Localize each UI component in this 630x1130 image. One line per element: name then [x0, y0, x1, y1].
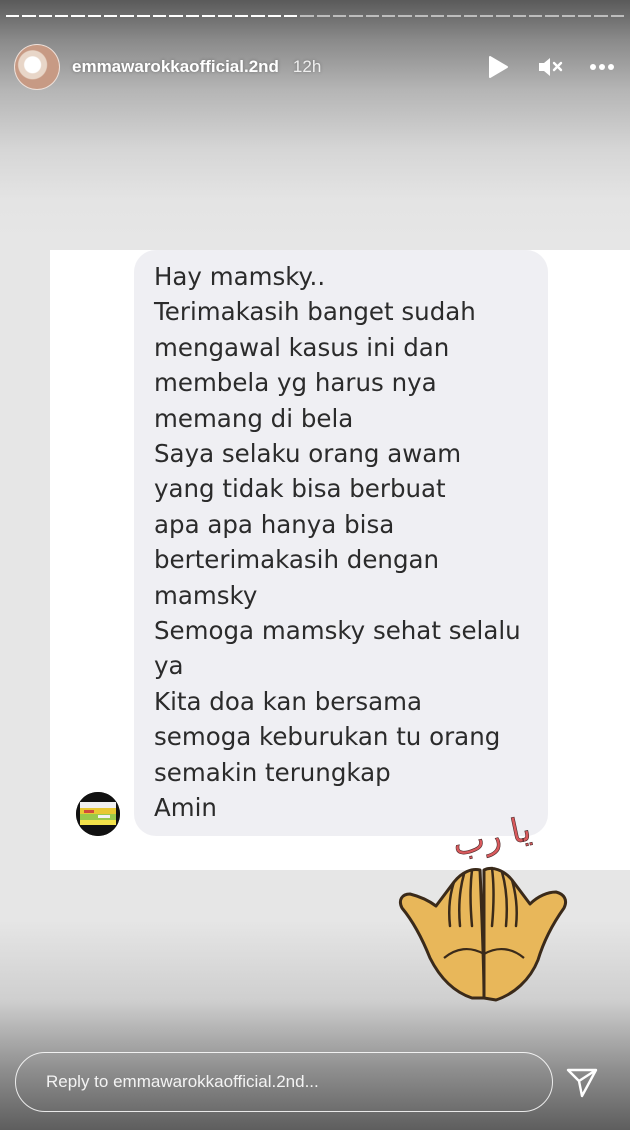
progress-segment	[169, 15, 183, 17]
progress-segment	[578, 15, 592, 17]
mute-icon	[539, 58, 563, 76]
mute-button[interactable]	[536, 53, 564, 81]
progress-segment	[153, 15, 167, 17]
progress-segment	[398, 15, 412, 17]
profile-avatar[interactable]	[14, 44, 60, 90]
story-viewer: emmawarokkaofficial.2nd 12h Hay mamsky..…	[0, 0, 630, 1130]
progress-segment	[529, 15, 543, 17]
message-text: Hay mamsky.. Terimakasih banget sudah meng…	[154, 259, 530, 826]
message-line: apa apa hanya bisa	[154, 509, 395, 539]
progress-segment	[104, 15, 118, 17]
progress-segment	[447, 15, 461, 17]
progress-segment	[430, 15, 445, 17]
progress-segment	[87, 15, 102, 17]
sender-avatar-image	[76, 792, 120, 836]
message-line: Saya selaku orang awam	[154, 439, 462, 469]
message-line: membela yg harus nya	[154, 368, 437, 398]
progress-segment	[479, 15, 494, 17]
progress-segment	[120, 15, 134, 17]
story-time: 12h	[292, 57, 322, 76]
progress-segment	[496, 15, 510, 17]
message-line: yang tidak bisa berbuat	[154, 474, 446, 504]
message-line: ya	[154, 651, 184, 681]
progress-segment	[6, 15, 20, 17]
sticker-arabic-text: يا رب	[449, 809, 535, 865]
progress-segment	[545, 15, 559, 17]
message-bubble: Hay mamsky.. Terimakasih banget sudah meng…	[134, 250, 548, 836]
username-label[interactable]: emmawarokkaofficial.2nd	[72, 57, 279, 77]
story-progress-bar	[6, 10, 625, 22]
progress-segment	[283, 15, 298, 17]
message-line: Terimakasih banget sudah	[154, 297, 476, 327]
message-line: mengawal kasus ini dan	[154, 332, 450, 362]
progress-segment	[55, 15, 69, 17]
progress-segment	[22, 15, 36, 17]
progress-segment	[365, 15, 379, 17]
play-icon	[489, 56, 508, 78]
progress-segment	[512, 15, 526, 17]
progress-segment	[38, 15, 53, 17]
progress-segment	[414, 15, 428, 17]
progress-segment	[234, 15, 249, 17]
praying-hands-sticker[interactable]: يا رب	[392, 808, 570, 1008]
progress-segment	[610, 15, 625, 17]
send-button[interactable]	[564, 1064, 600, 1100]
progress-segment	[71, 15, 85, 17]
progress-segment	[185, 15, 200, 17]
sender-avatar	[76, 792, 120, 836]
header-actions	[484, 53, 616, 81]
progress-segment	[267, 15, 281, 17]
more-options-button[interactable]	[588, 53, 616, 81]
progress-segment	[332, 15, 347, 17]
progress-segment	[218, 15, 232, 17]
message-line: Hay mamsky..	[154, 262, 326, 291]
progress-segment	[300, 15, 314, 17]
message-line: semakin terungkap	[154, 757, 391, 787]
message-line: mamsky	[154, 580, 258, 610]
progress-segment	[594, 15, 608, 17]
reply-input[interactable]	[44, 1071, 552, 1093]
message-line: semoga keburukan tu orang	[154, 722, 501, 752]
progress-segment	[202, 15, 216, 17]
message-line: Kita doa kan bersama	[154, 686, 423, 716]
progress-segment	[561, 15, 576, 17]
progress-segments	[6, 10, 625, 22]
progress-segment	[463, 15, 477, 17]
more-icon	[590, 64, 614, 70]
progress-segment	[349, 15, 363, 17]
progress-segment	[136, 15, 151, 17]
progress-segment	[381, 15, 396, 17]
play-button[interactable]	[484, 53, 512, 81]
message-line: berterimakasih dengan	[154, 545, 440, 575]
message-line: Semoga mamsky sehat selalu	[154, 616, 521, 646]
story-header: emmawarokkaofficial.2nd 12h	[14, 44, 616, 90]
shared-chat-screenshot: Hay mamsky.. Terimakasih banget sudah meng…	[50, 250, 630, 870]
progress-segment	[316, 15, 330, 17]
message-line: memang di bela	[154, 403, 354, 433]
reply-field[interactable]	[15, 1052, 553, 1112]
progress-segment	[251, 15, 265, 17]
send-icon	[566, 1068, 598, 1098]
